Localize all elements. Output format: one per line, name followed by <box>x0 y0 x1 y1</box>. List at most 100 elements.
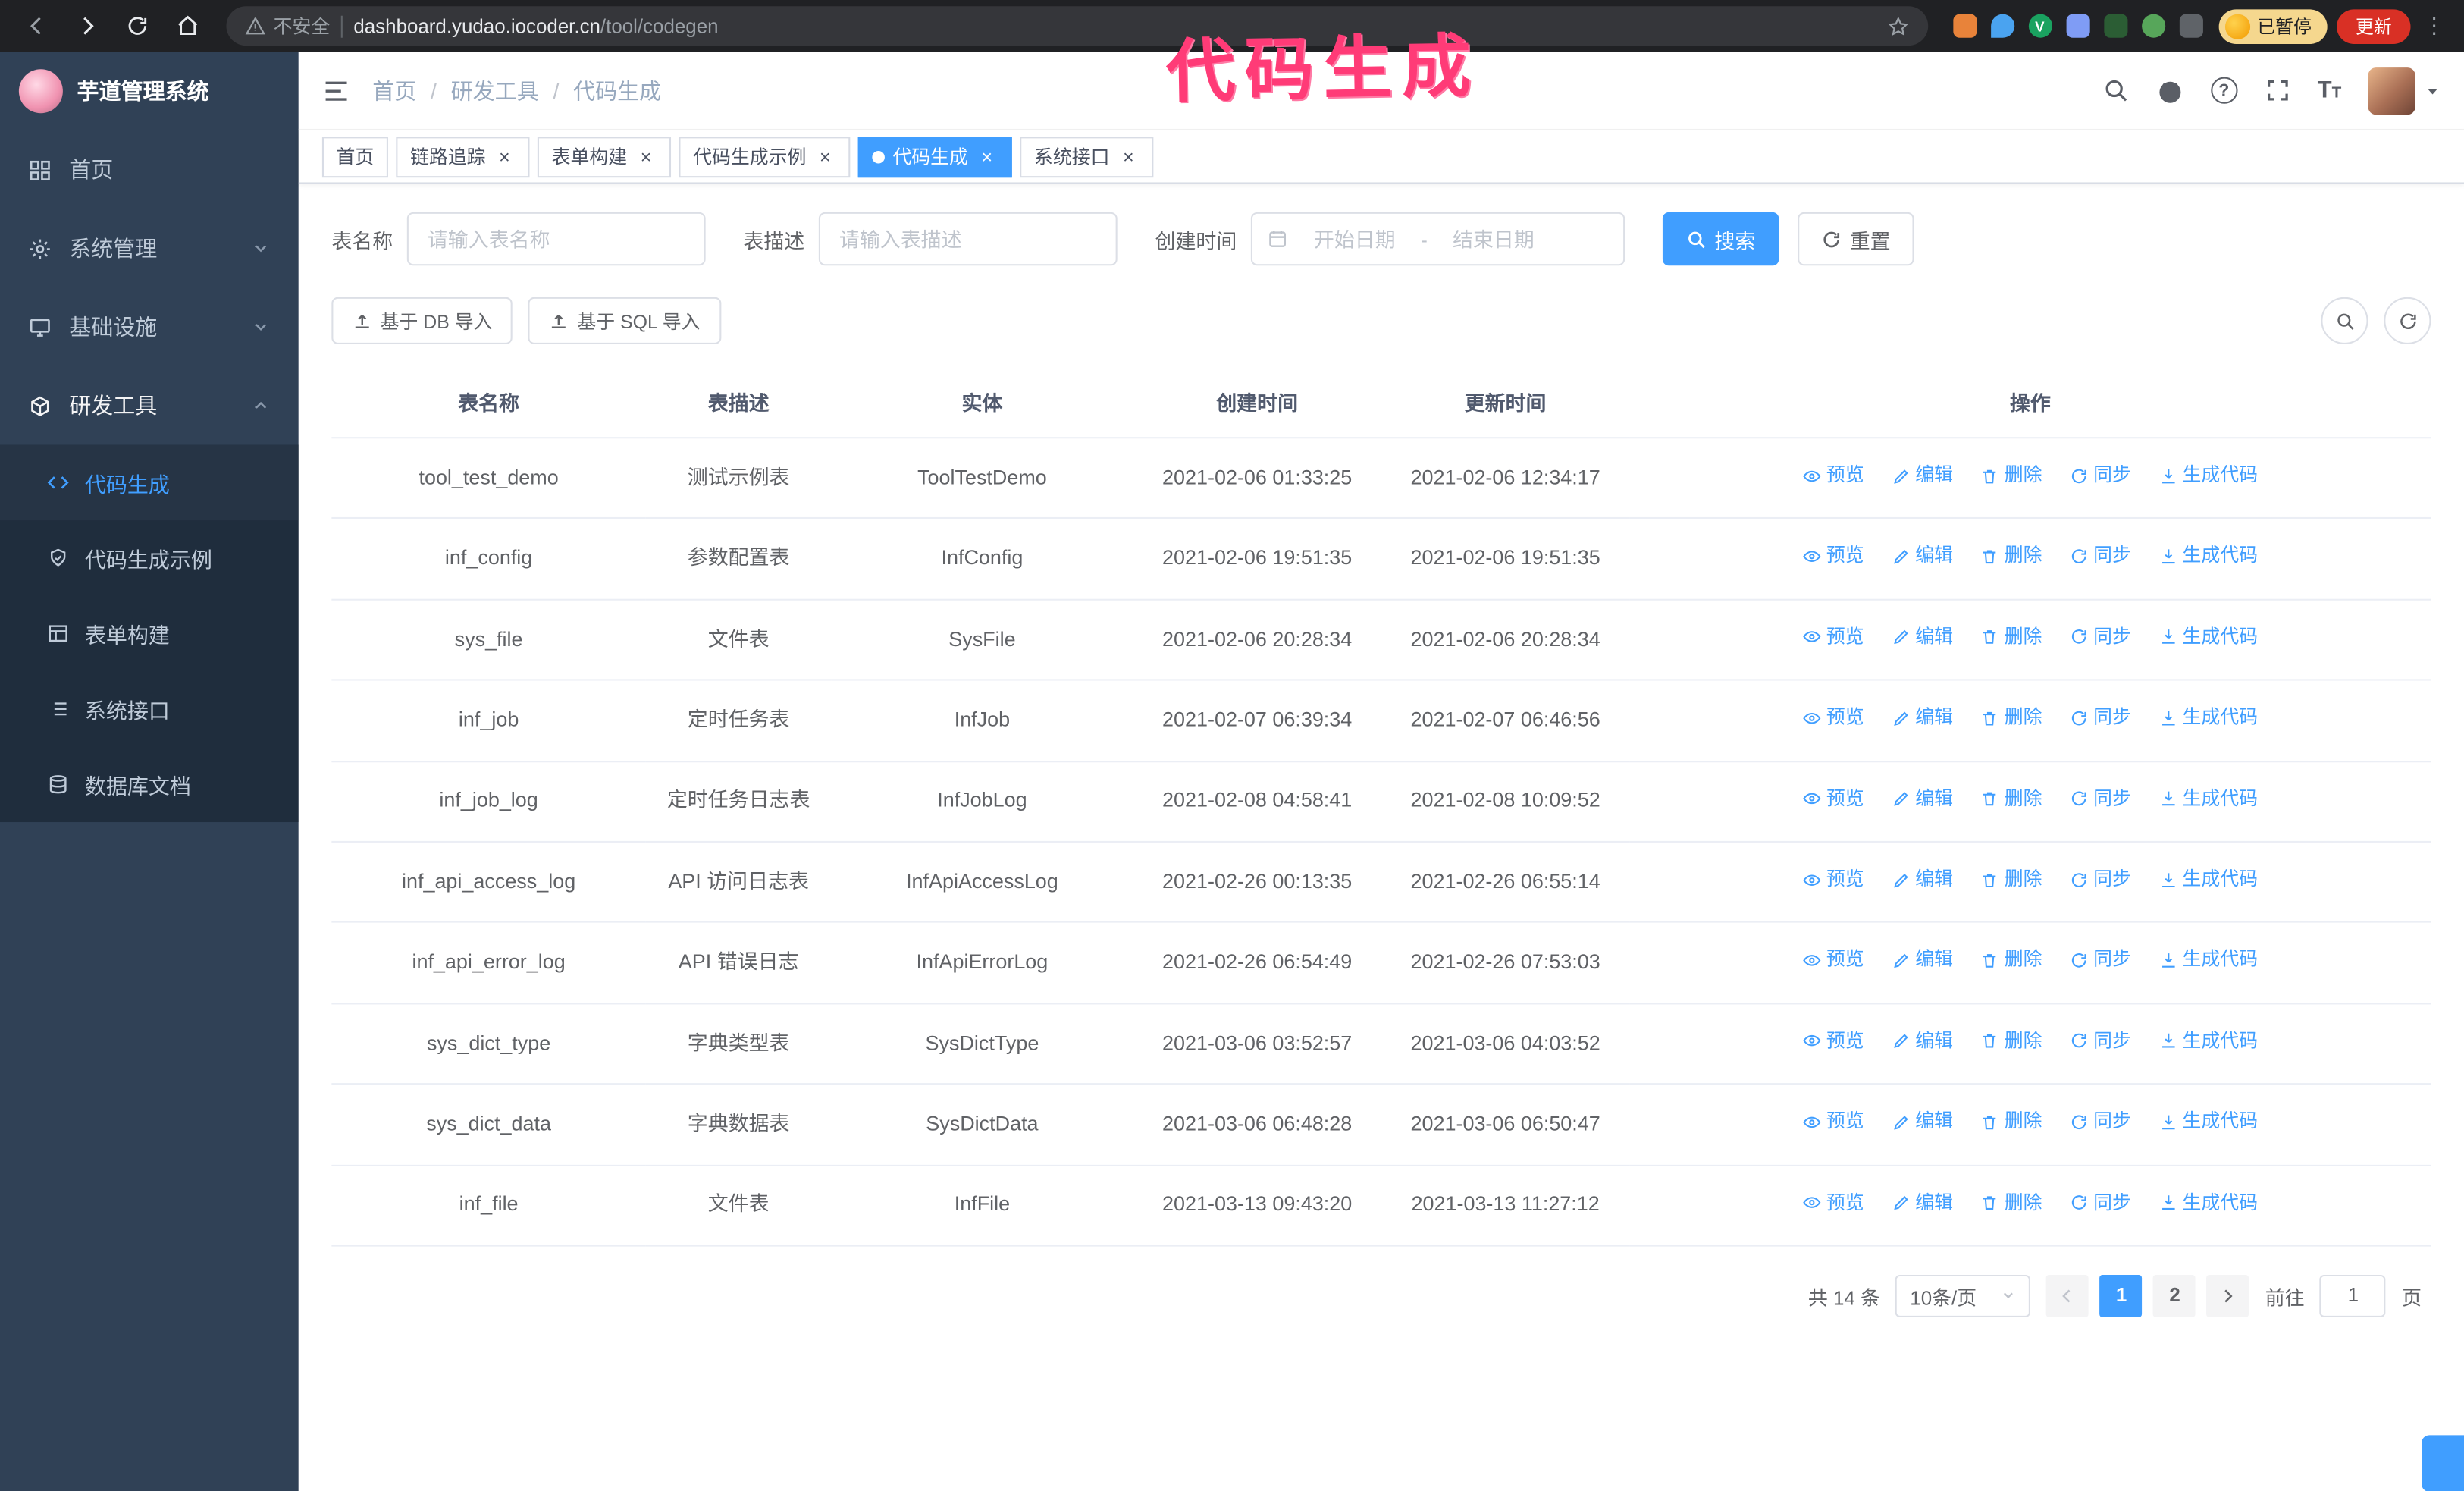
delete-link[interactable]: 删除 <box>1981 622 2042 652</box>
back-icon[interactable] <box>16 5 57 46</box>
home-icon[interactable] <box>167 5 208 46</box>
preview-link[interactable]: 预览 <box>1803 541 1864 572</box>
tab-trace[interactable]: 链路追踪 × <box>396 136 530 177</box>
sidebar-item-infra[interactable]: 基础设施 <box>0 287 299 366</box>
preview-link[interactable]: 预览 <box>1803 703 1864 733</box>
edit-link[interactable]: 编辑 <box>1892 703 1953 733</box>
import-sql-button[interactable]: 基于 SQL 导入 <box>528 297 721 344</box>
reload-icon[interactable] <box>116 5 157 46</box>
delete-link[interactable]: 删除 <box>1981 945 2042 975</box>
delete-link[interactable]: 删除 <box>1981 1188 2042 1218</box>
sync-link[interactable]: 同步 <box>2070 622 2131 652</box>
edit-link[interactable]: 编辑 <box>1892 945 1953 975</box>
github-icon[interactable] <box>2155 77 2183 105</box>
sync-link[interactable]: 同步 <box>2070 703 2131 733</box>
extension-icon-3[interactable]: V <box>2027 14 2052 38</box>
help-icon[interactable]: ? <box>2210 77 2237 104</box>
sidebar-logo[interactable]: 芋道管理系统 <box>0 52 299 130</box>
breadcrumb-item[interactable]: 研发工具 <box>451 74 539 105</box>
refresh-table-button[interactable] <box>2384 297 2431 344</box>
delete-link[interactable]: 删除 <box>1981 865 2042 895</box>
start-date-input[interactable] <box>1296 227 1413 251</box>
extension-icon-5[interactable] <box>2103 14 2127 38</box>
delete-link[interactable]: 删除 <box>1981 783 2042 814</box>
edit-link[interactable]: 编辑 <box>1892 865 1953 895</box>
address-bar[interactable]: 不安全 dashboard.yudao.iocoder.cn/tool/code… <box>226 6 1928 46</box>
generate-code-link[interactable]: 生成代码 <box>2158 865 2258 895</box>
sidebar-item-api[interactable]: 系统接口 <box>0 671 299 746</box>
generate-code-link[interactable]: 生成代码 <box>2158 460 2258 491</box>
tab-codegen-example[interactable]: 代码生成示例 × <box>679 136 851 177</box>
bookmark-star-icon[interactable] <box>1886 15 1908 37</box>
generate-code-link[interactable]: 生成代码 <box>2158 1026 2258 1056</box>
generate-code-link[interactable]: 生成代码 <box>2158 783 2258 814</box>
goto-page-input[interactable] <box>2320 1274 2387 1317</box>
sync-link[interactable]: 同步 <box>2070 1188 2131 1218</box>
generate-code-link[interactable]: 生成代码 <box>2158 1106 2258 1137</box>
close-icon[interactable]: × <box>494 146 516 168</box>
floating-button[interactable] <box>2422 1435 2464 1491</box>
extension-icon-1[interactable] <box>1952 14 1977 38</box>
tab-home[interactable]: 首页 <box>321 136 388 177</box>
tab-codegen[interactable]: 代码生成 × <box>857 136 1012 177</box>
close-icon[interactable]: × <box>1118 146 1140 168</box>
show-search-button[interactable] <box>2321 297 2368 344</box>
end-date-input[interactable] <box>1435 227 1552 251</box>
sidebar-item-form-builder[interactable]: 表单构建 <box>0 596 299 671</box>
close-icon[interactable]: × <box>976 146 998 168</box>
font-size-icon[interactable]: TT <box>2318 77 2342 104</box>
sync-link[interactable]: 同步 <box>2070 945 2131 975</box>
profile-paused-chip[interactable]: 已暂停 <box>2218 8 2328 43</box>
sidebar-item-home[interactable]: 首页 <box>0 130 299 209</box>
security-chip[interactable]: 不安全 <box>245 13 330 39</box>
generate-code-link[interactable]: 生成代码 <box>2158 541 2258 572</box>
generate-code-link[interactable]: 生成代码 <box>2158 622 2258 652</box>
browser-menu-icon[interactable]: ⋮ <box>2420 13 2448 39</box>
generate-code-link[interactable]: 生成代码 <box>2158 945 2258 975</box>
generate-code-link[interactable]: 生成代码 <box>2158 1188 2258 1218</box>
delete-link[interactable]: 删除 <box>1981 460 2042 491</box>
delete-link[interactable]: 删除 <box>1981 1106 2042 1137</box>
sync-link[interactable]: 同步 <box>2070 460 2131 491</box>
sync-link[interactable]: 同步 <box>2070 1026 2131 1056</box>
page-size-select[interactable]: 10条/页 <box>1895 1274 2031 1317</box>
next-page-button[interactable] <box>2207 1274 2250 1317</box>
extension-icon-6[interactable] <box>2141 14 2165 38</box>
delete-link[interactable]: 删除 <box>1981 703 2042 733</box>
sidebar-item-system[interactable]: 系统管理 <box>0 209 299 288</box>
edit-link[interactable]: 编辑 <box>1892 460 1953 491</box>
edit-link[interactable]: 编辑 <box>1892 783 1953 814</box>
import-db-button[interactable]: 基于 DB 导入 <box>331 297 513 344</box>
edit-link[interactable]: 编辑 <box>1892 541 1953 572</box>
tab-api[interactable]: 系统接口 × <box>1020 136 1154 177</box>
sidebar-item-codegen[interactable]: 代码生成 <box>0 444 299 521</box>
delete-link[interactable]: 删除 <box>1981 541 2042 572</box>
page-button-2[interactable]: 2 <box>2153 1274 2196 1317</box>
extension-icon-2[interactable] <box>1990 14 2014 38</box>
fullscreen-icon[interactable] <box>2264 77 2290 104</box>
table-desc-input[interactable] <box>818 212 1118 266</box>
forward-icon[interactable] <box>66 5 107 46</box>
preview-link[interactable]: 预览 <box>1803 1026 1864 1056</box>
preview-link[interactable]: 预览 <box>1803 1106 1864 1137</box>
table-name-input[interactable] <box>406 212 706 266</box>
edit-link[interactable]: 编辑 <box>1892 1188 1953 1218</box>
extension-icon-4[interactable] <box>2065 14 2089 38</box>
close-icon[interactable]: × <box>635 146 657 168</box>
preview-link[interactable]: 预览 <box>1803 460 1864 491</box>
sync-link[interactable]: 同步 <box>2070 541 2131 572</box>
user-menu[interactable] <box>2368 67 2440 115</box>
preview-link[interactable]: 预览 <box>1803 945 1864 975</box>
tab-form-builder[interactable]: 表单构建 × <box>537 136 672 177</box>
sync-link[interactable]: 同步 <box>2070 865 2131 895</box>
prev-page-button[interactable] <box>2046 1274 2089 1317</box>
search-button[interactable]: 搜索 <box>1663 212 1779 266</box>
edit-link[interactable]: 编辑 <box>1892 1026 1953 1056</box>
sync-link[interactable]: 同步 <box>2070 783 2131 814</box>
preview-link[interactable]: 预览 <box>1803 1188 1864 1218</box>
sidebar-item-db-doc[interactable]: 数据库文档 <box>0 747 299 822</box>
preview-link[interactable]: 预览 <box>1803 783 1864 814</box>
breadcrumb-item[interactable]: 首页 <box>372 74 416 105</box>
edit-link[interactable]: 编辑 <box>1892 1106 1953 1137</box>
generate-code-link[interactable]: 生成代码 <box>2158 703 2258 733</box>
